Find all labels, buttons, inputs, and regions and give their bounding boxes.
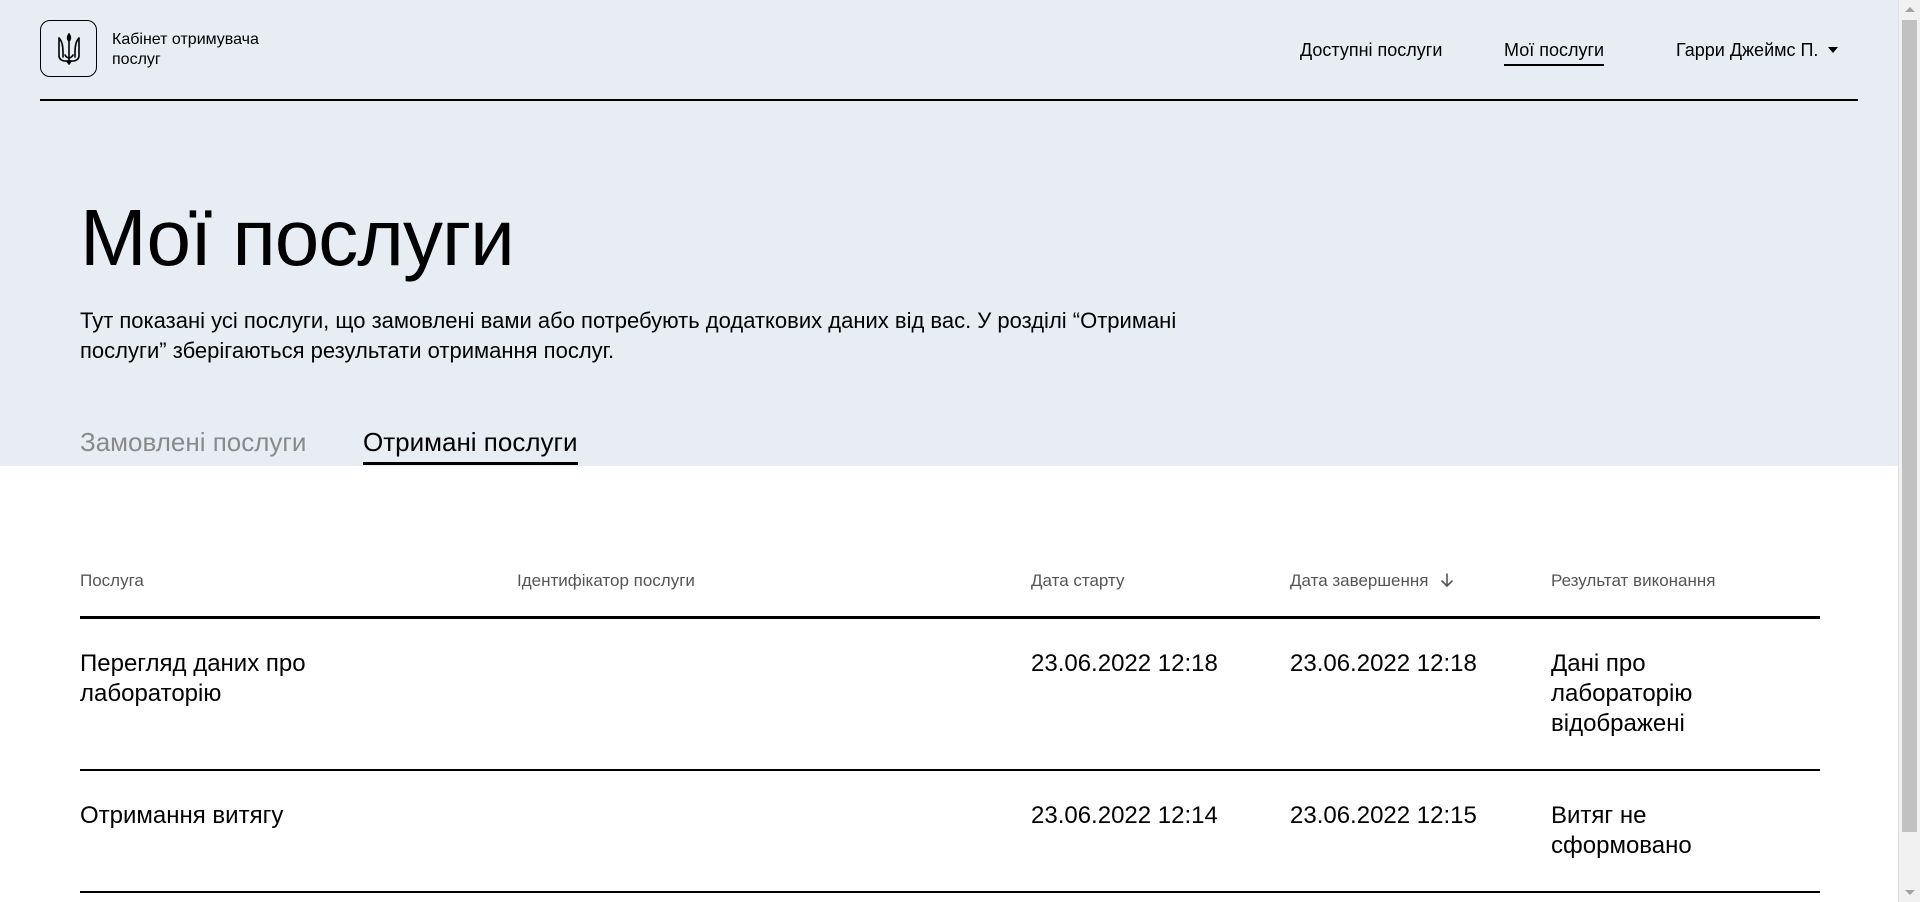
services-table: Послуга Ідентифікатор послуги Дата старт… <box>80 560 1820 893</box>
header-end-date: Дата завершення <box>1290 571 1429 590</box>
logo-text[interactable]: Кабінет отримувача послуг <box>112 30 312 70</box>
caret-down-icon <box>1828 47 1839 53</box>
cell-result: Дані про лабораторію відображені <box>1551 650 1693 737</box>
page: Кабінет отримувача послуг Доступні послу… <box>0 0 1898 902</box>
arrow-down-icon <box>1441 571 1453 593</box>
nav-my-services[interactable]: Мої послуги <box>1504 38 1605 66</box>
cell-service: Перегляд даних про лабораторію <box>80 650 306 707</box>
table-row[interactable]: Отримання витягу 23.06.2022 12:14 23.06.… <box>80 771 1820 893</box>
hero-section: Кабінет отримувача послуг Доступні послу… <box>0 0 1898 466</box>
table-row[interactable]: Перегляд даних про лабораторію 23.06.202… <box>80 619 1820 771</box>
vertical-scrollbar[interactable] <box>1898 0 1920 902</box>
table-header-row: Послуга Ідентифікатор послуги Дата старт… <box>80 560 1820 619</box>
scroll-thumb[interactable] <box>1902 20 1917 832</box>
header-result: Результат виконання <box>1551 571 1716 590</box>
trident-icon[interactable] <box>40 20 97 77</box>
tab-ordered-services[interactable]: Замовлені послуги <box>80 426 306 462</box>
cell-end-date: 23.06.2022 12:18 <box>1290 650 1477 677</box>
scroll-up-icon[interactable] <box>1905 7 1915 12</box>
site-header: Кабінет отримувача послуг Доступні послу… <box>40 0 1858 101</box>
page-description: Тут показані усі послуги, що замовлені в… <box>80 308 1177 363</box>
cell-end-date: 23.06.2022 12:15 <box>1290 802 1477 829</box>
scroll-down-icon[interactable] <box>1905 890 1915 895</box>
cell-start-date: 23.06.2022 12:14 <box>1031 802 1218 829</box>
nav-available-services[interactable]: Доступні послуги <box>1300 38 1442 62</box>
header-service: Послуга <box>80 571 144 590</box>
cell-start-date: 23.06.2022 12:18 <box>1031 650 1218 677</box>
header-start-date[interactable]: Дата старту <box>1031 570 1124 592</box>
user-name: Гарри Джеймс П. <box>1676 40 1819 60</box>
cell-service: Отримання витягу <box>80 802 284 829</box>
page-title: Мої послуги <box>80 193 515 282</box>
header-end-date-sort[interactable]: Дата завершення <box>1290 570 1453 593</box>
user-menu[interactable]: Гарри Джеймс П. <box>1676 38 1839 62</box>
cell-result: Витяг не сформовано <box>1551 802 1692 859</box>
header-service-id: Ідентифікатор послуги <box>517 571 695 590</box>
tab-received-services[interactable]: Отримані послуги <box>363 426 578 465</box>
